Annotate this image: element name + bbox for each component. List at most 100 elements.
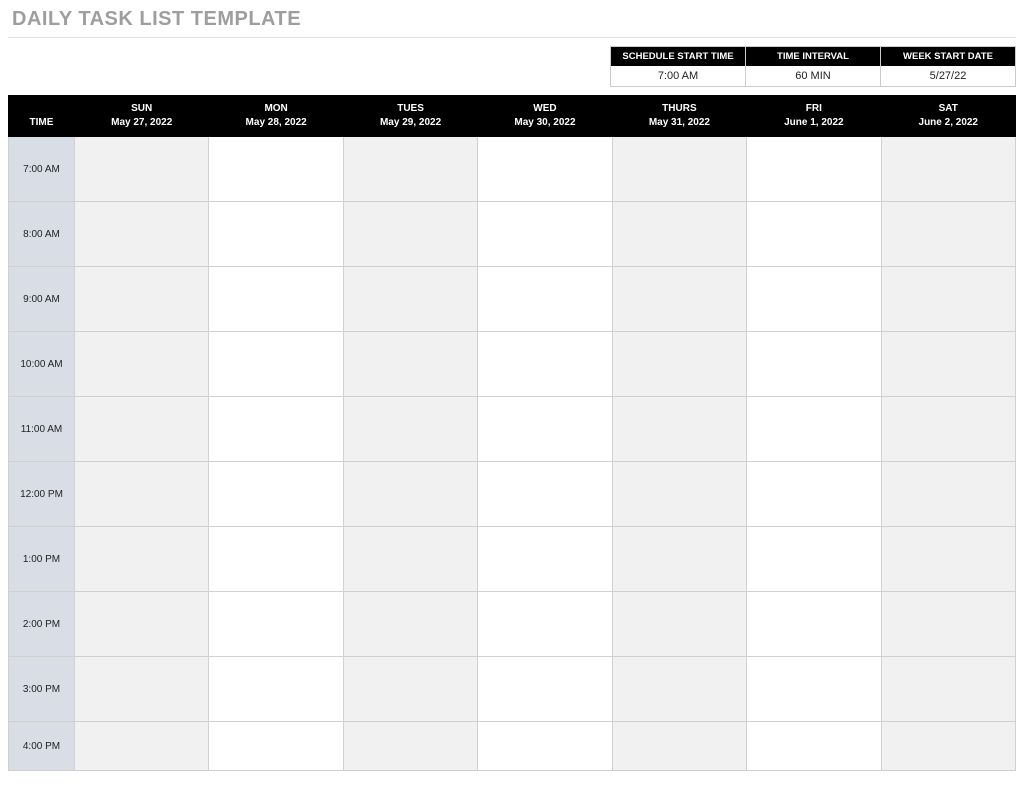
schedule-cell[interactable] <box>343 202 477 267</box>
schedule-cell[interactable] <box>612 332 746 397</box>
schedule-cell[interactable] <box>747 527 881 592</box>
schedule-cell[interactable] <box>209 722 343 771</box>
schedule-cell[interactable] <box>747 267 881 332</box>
schedule-table: TIME SUN May 27, 2022 MON May 28, 2022 T… <box>8 95 1016 771</box>
time-cell: 12:00 PM <box>9 462 75 527</box>
schedule-cell[interactable] <box>747 657 881 722</box>
schedule-cell[interactable] <box>747 397 881 462</box>
schedule-cell[interactable] <box>343 137 477 202</box>
time-cell: 11:00 AM <box>9 397 75 462</box>
schedule-cell[interactable] <box>209 527 343 592</box>
schedule-cell[interactable] <box>209 267 343 332</box>
schedule-cell[interactable] <box>209 657 343 722</box>
schedule-cell[interactable] <box>881 527 1015 592</box>
col-header-tues: TUES May 29, 2022 <box>343 96 477 137</box>
schedule-cell[interactable] <box>343 462 477 527</box>
time-cell: 3:00 PM <box>9 657 75 722</box>
schedule-cell[interactable] <box>478 657 612 722</box>
schedule-row: 3:00 PM <box>9 657 1016 722</box>
meta-value[interactable]: 60 MIN <box>746 66 880 86</box>
schedule-cell[interactable] <box>75 267 209 332</box>
schedule-row: 9:00 AM <box>9 267 1016 332</box>
col-header-time: TIME <box>9 96 75 137</box>
schedule-cell[interactable] <box>478 202 612 267</box>
meta-box-schedule-start-time: SCHEDULE START TIME 7:00 AM <box>610 46 746 87</box>
meta-value[interactable]: 5/27/22 <box>881 66 1015 86</box>
schedule-cell[interactable] <box>75 657 209 722</box>
col-header-sat: SAT June 2, 2022 <box>881 96 1015 137</box>
time-cell: 7:00 AM <box>9 137 75 202</box>
schedule-cell[interactable] <box>209 462 343 527</box>
schedule-cell[interactable] <box>881 397 1015 462</box>
schedule-cell[interactable] <box>343 722 477 771</box>
schedule-cell[interactable] <box>881 722 1015 771</box>
schedule-row: 10:00 AM <box>9 332 1016 397</box>
schedule-cell[interactable] <box>747 592 881 657</box>
page-title: DAILY TASK LIST TEMPLATE <box>8 6 1016 38</box>
schedule-cell[interactable] <box>881 462 1015 527</box>
meta-label: WEEK START DATE <box>881 47 1015 66</box>
time-cell: 4:00 PM <box>9 722 75 771</box>
schedule-cell[interactable] <box>343 267 477 332</box>
schedule-cell[interactable] <box>612 592 746 657</box>
schedule-cell[interactable] <box>881 332 1015 397</box>
schedule-cell[interactable] <box>478 332 612 397</box>
schedule-row: 7:00 AM <box>9 137 1016 202</box>
schedule-cell[interactable] <box>478 267 612 332</box>
time-cell: 8:00 AM <box>9 202 75 267</box>
schedule-cell[interactable] <box>75 592 209 657</box>
schedule-cell[interactable] <box>478 397 612 462</box>
schedule-cell[interactable] <box>747 137 881 202</box>
schedule-row: 12:00 PM <box>9 462 1016 527</box>
schedule-cell[interactable] <box>747 722 881 771</box>
col-header-mon: MON May 28, 2022 <box>209 96 343 137</box>
schedule-cell[interactable] <box>209 332 343 397</box>
schedule-cell[interactable] <box>881 202 1015 267</box>
schedule-cell[interactable] <box>478 462 612 527</box>
schedule-cell[interactable] <box>209 592 343 657</box>
schedule-cell[interactable] <box>612 267 746 332</box>
schedule-cell[interactable] <box>747 202 881 267</box>
schedule-cell[interactable] <box>612 137 746 202</box>
schedule-cell[interactable] <box>343 397 477 462</box>
schedule-cell[interactable] <box>343 657 477 722</box>
schedule-cell[interactable] <box>75 462 209 527</box>
schedule-cell[interactable] <box>75 332 209 397</box>
schedule-cell[interactable] <box>478 722 612 771</box>
schedule-cell[interactable] <box>612 657 746 722</box>
schedule-cell[interactable] <box>478 137 612 202</box>
schedule-row: 2:00 PM <box>9 592 1016 657</box>
time-cell: 2:00 PM <box>9 592 75 657</box>
time-cell: 1:00 PM <box>9 527 75 592</box>
schedule-cell[interactable] <box>75 202 209 267</box>
time-cell: 9:00 AM <box>9 267 75 332</box>
schedule-cell[interactable] <box>612 202 746 267</box>
schedule-cell[interactable] <box>209 137 343 202</box>
schedule-cell[interactable] <box>612 527 746 592</box>
schedule-row: 4:00 PM <box>9 722 1016 771</box>
schedule-cell[interactable] <box>612 462 746 527</box>
schedule-cell[interactable] <box>478 592 612 657</box>
schedule-cell[interactable] <box>881 267 1015 332</box>
schedule-cell[interactable] <box>209 397 343 462</box>
schedule-cell[interactable] <box>343 527 477 592</box>
schedule-cell[interactable] <box>75 397 209 462</box>
schedule-cell[interactable] <box>209 202 343 267</box>
col-header-thurs: THURS May 31, 2022 <box>612 96 746 137</box>
schedule-cell[interactable] <box>612 397 746 462</box>
meta-label: TIME INTERVAL <box>746 47 880 66</box>
schedule-cell[interactable] <box>747 332 881 397</box>
schedule-cell[interactable] <box>343 332 477 397</box>
schedule-cell[interactable] <box>881 592 1015 657</box>
schedule-cell[interactable] <box>881 657 1015 722</box>
meta-value[interactable]: 7:00 AM <box>611 66 745 86</box>
meta-label: SCHEDULE START TIME <box>611 47 745 66</box>
schedule-cell[interactable] <box>478 527 612 592</box>
schedule-cell[interactable] <box>881 137 1015 202</box>
schedule-cell[interactable] <box>747 462 881 527</box>
schedule-cell[interactable] <box>75 137 209 202</box>
schedule-cell[interactable] <box>612 722 746 771</box>
schedule-cell[interactable] <box>75 722 209 771</box>
schedule-cell[interactable] <box>343 592 477 657</box>
schedule-cell[interactable] <box>75 527 209 592</box>
